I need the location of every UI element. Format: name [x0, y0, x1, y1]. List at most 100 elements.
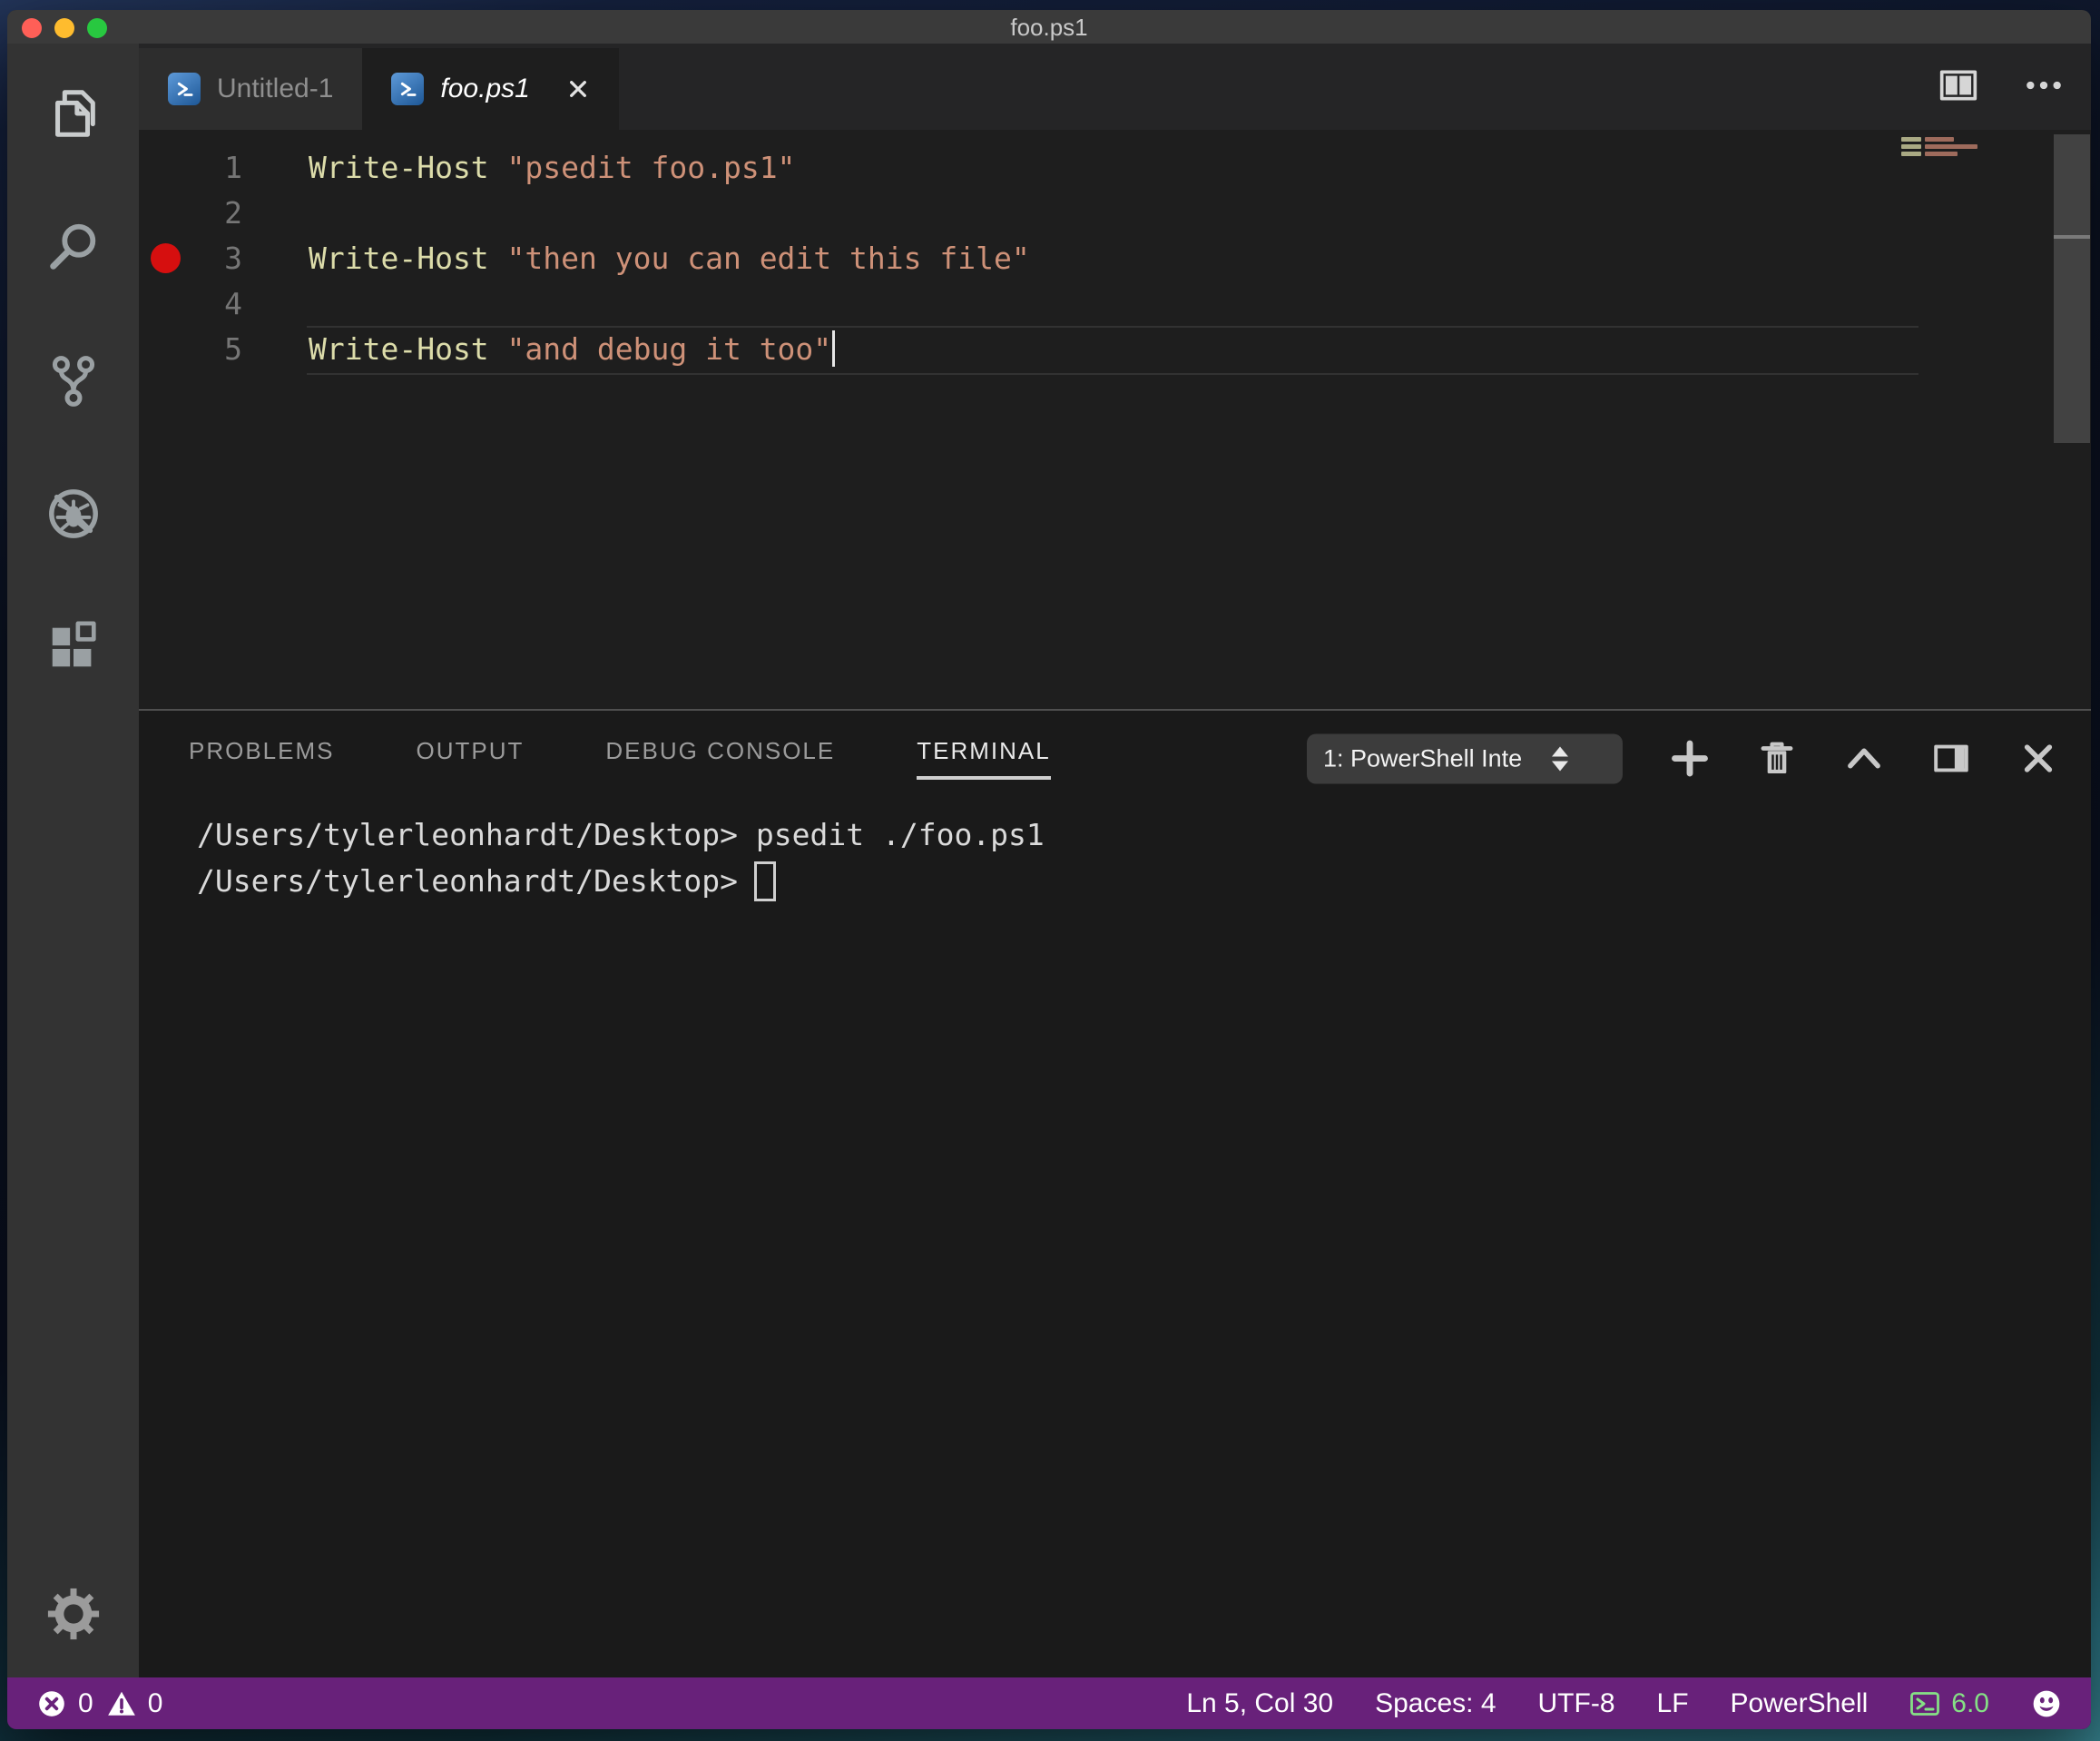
- code-line: 4: [139, 280, 2091, 326]
- gear-icon: [45, 1586, 102, 1642]
- close-panel-button[interactable]: [2018, 738, 2058, 780]
- powershell-icon: [168, 73, 201, 105]
- code-line: 1 Write-Host "psedit foo.ps1": [139, 144, 2091, 190]
- minimap-bar: [1925, 144, 1977, 149]
- editor-tab-untitled-1[interactable]: Untitled-1: [139, 48, 363, 130]
- editor-scrollbar[interactable]: [2054, 134, 2090, 443]
- terminal-prompt: /Users/tylerleonhardt/Desktop>: [197, 863, 739, 899]
- activity-bar-explorer[interactable]: [44, 84, 103, 143]
- token-string: "and debug it too": [506, 330, 832, 367]
- trash-icon: [1757, 738, 1797, 780]
- status-feedback[interactable]: [2031, 1688, 2062, 1719]
- minimap-line: [1901, 152, 1977, 156]
- status-errors[interactable]: 0: [36, 1688, 93, 1719]
- status-encoding[interactable]: UTF-8: [1538, 1688, 1615, 1719]
- editor-tab-bar: Untitled-1 foo.ps1: [139, 44, 2091, 130]
- code-text: Write-Host "and debug it too": [309, 330, 836, 367]
- error-icon: [36, 1688, 67, 1719]
- search-icon: [45, 219, 102, 275]
- select-arrows-icon: [1552, 746, 1568, 771]
- scrollbar-cursor-marker: [2054, 235, 2090, 239]
- powershell-icon: [391, 73, 425, 105]
- code-text: Write-Host "psedit foo.ps1": [309, 150, 795, 185]
- panel-tab-problems[interactable]: PROBLEMS: [189, 737, 335, 780]
- source-control-icon: [45, 352, 102, 408]
- ellipsis-icon: [2024, 67, 2064, 103]
- token-command: Write-Host: [309, 149, 507, 185]
- token-command: Write-Host: [309, 240, 507, 276]
- debug-icon: [45, 486, 102, 542]
- panel-tab-debug-console[interactable]: DEBUG CONSOLE: [605, 737, 835, 780]
- status-powershell-version-label: 6.0: [1951, 1687, 1989, 1718]
- kill-terminal-button[interactable]: [1757, 738, 1797, 780]
- split-editor-button[interactable]: [1938, 67, 1978, 103]
- tab-label: foo.ps1: [440, 74, 530, 103]
- plus-icon: [1670, 738, 1710, 780]
- files-icon: [45, 85, 102, 142]
- close-icon: [2018, 738, 2058, 780]
- status-bar: 0 0 Ln 5, Col 30 Spaces: 4 UTF-8 LF PowerShel…: [7, 1677, 2091, 1729]
- terminal-line: /Users/tylerleonhardt/Desktop> psedit ./…: [197, 811, 2091, 858]
- line-number[interactable]: 3: [202, 241, 242, 276]
- editor-cursor: [832, 330, 836, 367]
- breakpoint-gutter[interactable]: [139, 242, 202, 273]
- minimap-bar: [1925, 137, 1954, 142]
- status-eol-label: LF: [1656, 1687, 1689, 1718]
- chevron-up-icon: [1844, 738, 1884, 780]
- minimap-line: [1901, 144, 1977, 149]
- status-language-mode[interactable]: PowerShell: [1731, 1688, 1869, 1719]
- line-number[interactable]: 4: [202, 286, 242, 321]
- token-string: "psedit foo.ps1": [506, 149, 796, 185]
- status-cursor-position-label: Ln 5, Col 30: [1186, 1687, 1334, 1718]
- panel-tab-output[interactable]: OUTPUT: [417, 737, 525, 780]
- status-language-mode-label: PowerShell: [1730, 1687, 1869, 1718]
- activity-bar-debug[interactable]: [44, 485, 103, 543]
- status-warnings-count: 0: [147, 1687, 163, 1718]
- terminal-command: psedit ./foo.ps1: [738, 817, 1045, 852]
- minimap-bar: [1925, 152, 1958, 156]
- maximize-panel-button[interactable]: [1844, 738, 1884, 780]
- code-text: Write-Host "then you can edit this file": [309, 241, 1030, 276]
- panel-tab-terminal[interactable]: TERMINAL: [917, 737, 1051, 780]
- breakpoint-dot: [151, 242, 181, 273]
- activity-bar-extensions[interactable]: [44, 618, 103, 676]
- close-tab-button[interactable]: [566, 77, 590, 101]
- terminal-selector[interactable]: 1: PowerShell Inte: [1307, 733, 1623, 783]
- activity-bar-source-control[interactable]: [44, 351, 103, 409]
- activity-bar: [7, 44, 139, 1677]
- terminal-prompt: /Users/tylerleonhardt/Desktop>: [197, 817, 739, 852]
- status-warnings[interactable]: 0: [106, 1687, 163, 1719]
- line-number[interactable]: 1: [202, 150, 242, 185]
- bottom-panel: PROBLEMS OUTPUT DEBUG CONSOLE TERMINAL 1: P…: [139, 709, 2091, 1677]
- tab-label: Untitled-1: [217, 74, 334, 103]
- move-panel-button[interactable]: [1931, 738, 1971, 780]
- token-command: Write-Host: [309, 330, 507, 367]
- line-number[interactable]: 2: [202, 195, 242, 231]
- minimap-bar: [1901, 152, 1921, 156]
- terminal-cursor: [754, 861, 777, 901]
- code-editor[interactable]: 1 Write-Host "psedit foo.ps1" 2 3 Write-Host…: [139, 130, 2091, 709]
- editor-tab-foo-ps1[interactable]: foo.ps1: [362, 48, 619, 130]
- more-actions-button[interactable]: [2024, 67, 2064, 103]
- vscode-window: foo.ps1 Untitled-1 foo.ps1 1 Write-Host "p…: [7, 10, 2091, 1729]
- minimap-bar: [1901, 137, 1921, 142]
- status-indentation-label: Spaces: 4: [1375, 1687, 1496, 1718]
- status-cursor-position[interactable]: Ln 5, Col 30: [1186, 1688, 1333, 1719]
- warning-icon: [106, 1688, 137, 1719]
- new-terminal-button[interactable]: [1670, 738, 1710, 780]
- status-encoding-label: UTF-8: [1537, 1687, 1615, 1718]
- titlebar: foo.ps1: [7, 10, 2091, 44]
- minimap-line: [1901, 137, 1977, 142]
- terminal-selector-value: 1: PowerShell Inte: [1323, 744, 1523, 772]
- line-number[interactable]: 5: [202, 331, 242, 367]
- terminal-output[interactable]: /Users/tylerleonhardt/Desktop> psedit ./…: [139, 806, 2091, 904]
- status-powershell-version[interactable]: 6.0: [1909, 1688, 1989, 1719]
- terminal-line: /Users/tylerleonhardt/Desktop>: [197, 858, 2091, 904]
- window-title: foo.ps1: [1010, 14, 1088, 41]
- status-indentation[interactable]: Spaces: 4: [1375, 1688, 1496, 1719]
- settings-button[interactable]: [44, 1585, 103, 1643]
- ps-session-icon: [1909, 1688, 1940, 1719]
- status-eol[interactable]: LF: [1657, 1688, 1689, 1719]
- minimap[interactable]: [1901, 137, 1977, 156]
- activity-bar-search[interactable]: [44, 218, 103, 276]
